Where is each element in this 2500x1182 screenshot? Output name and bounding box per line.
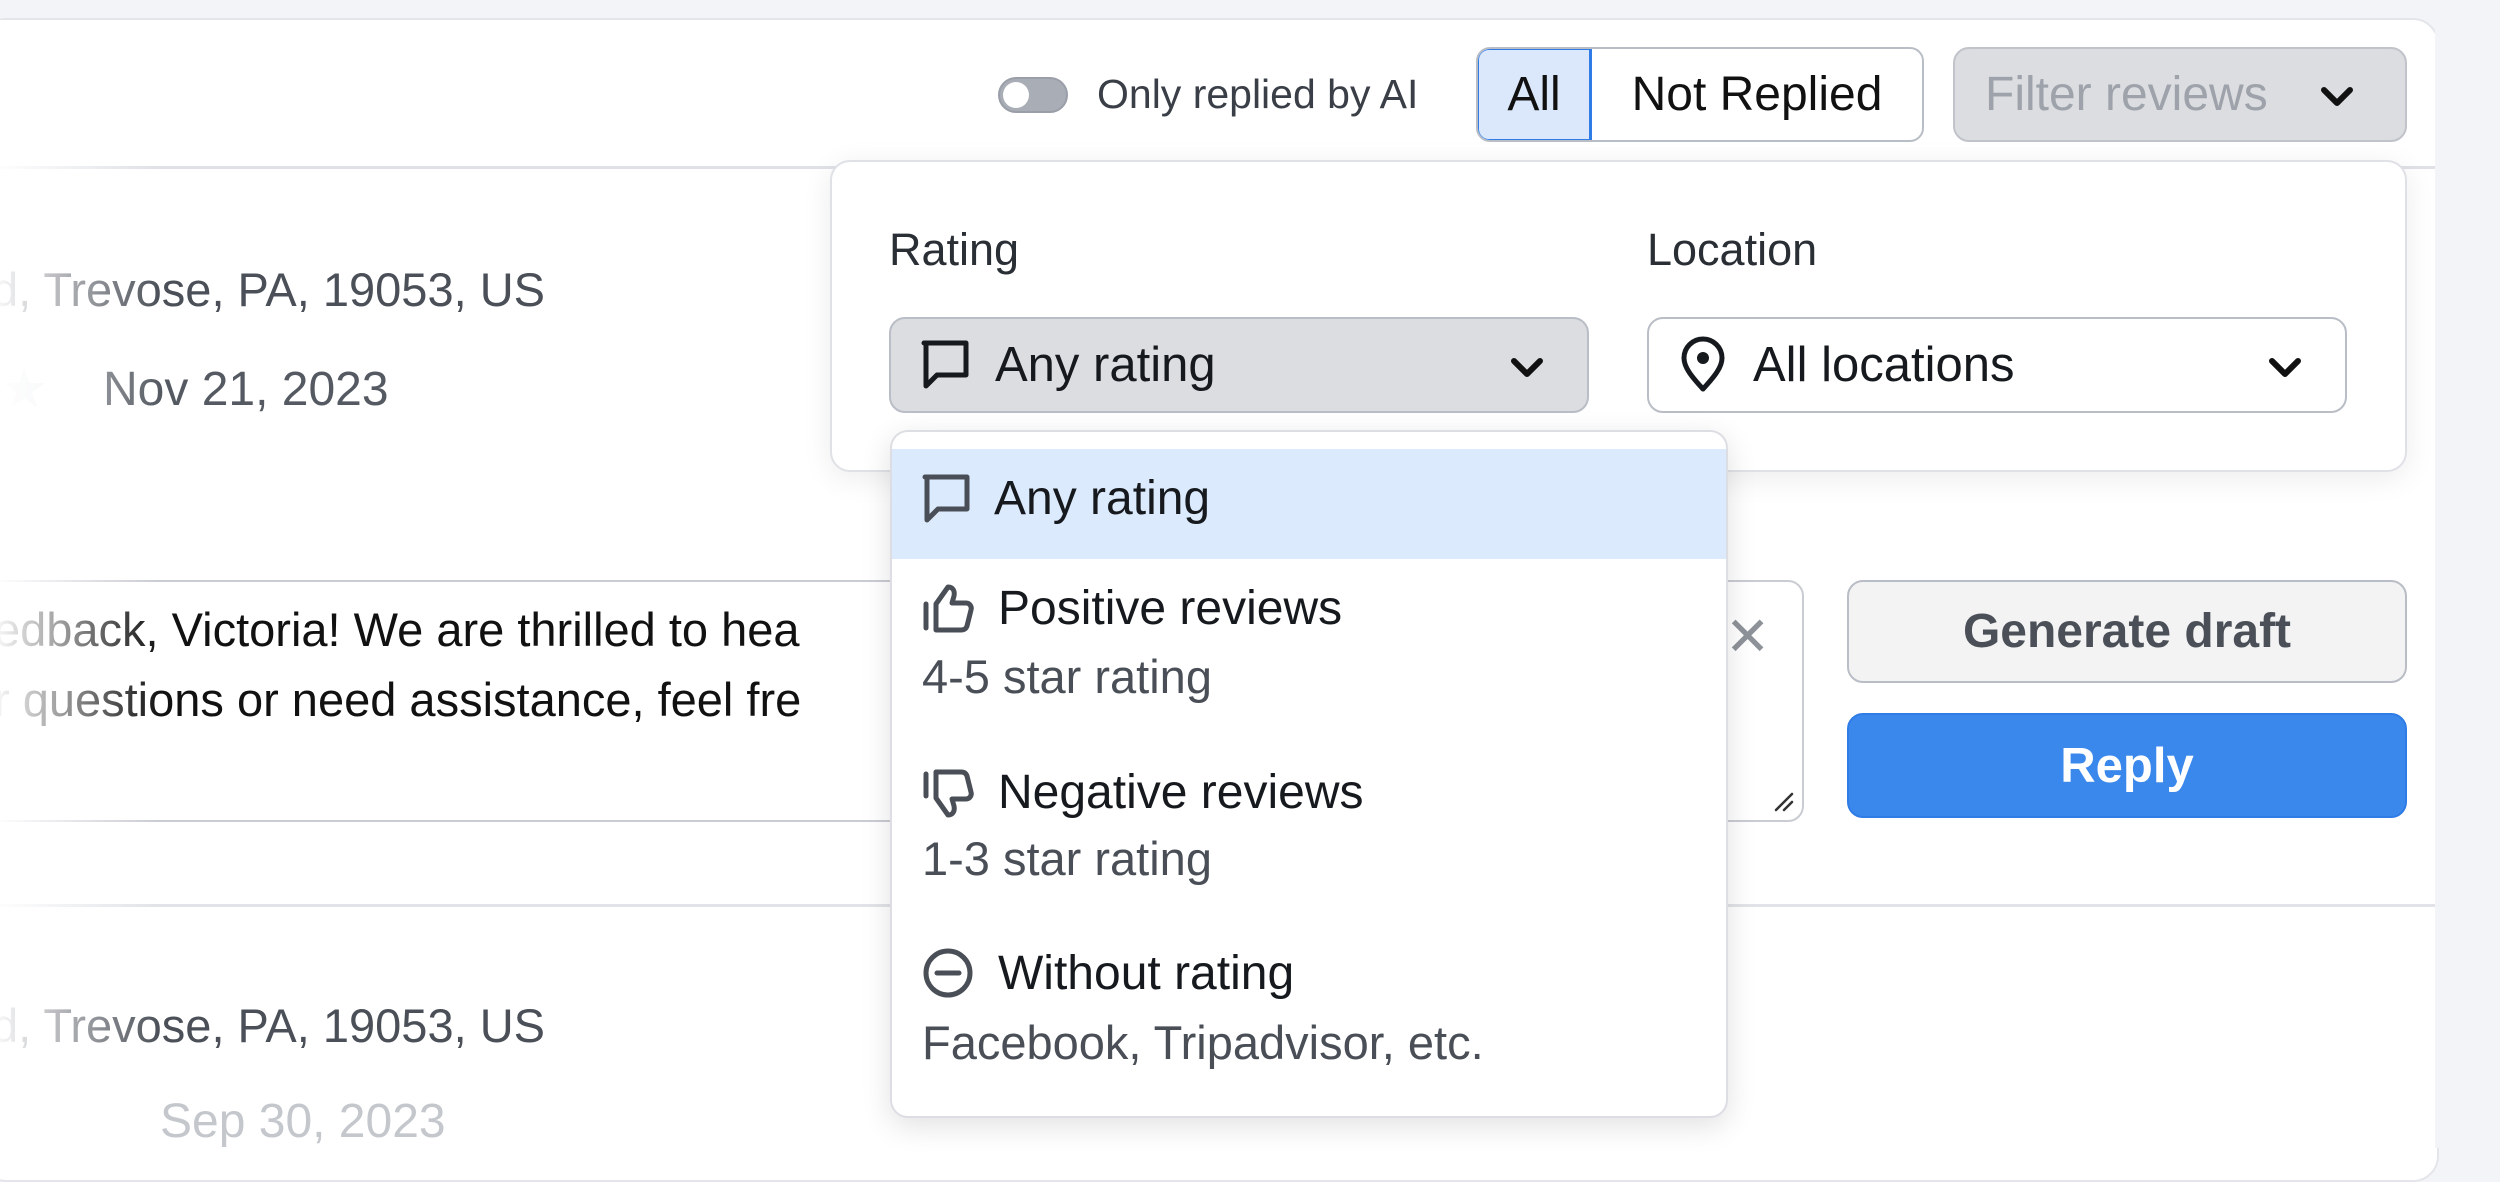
menu-item-title: Positive reviews bbox=[998, 582, 1343, 635]
menu-item-subtitle: Facebook, Tripadvisor, etc. bbox=[922, 1016, 1484, 1069]
thumbs-up-icon bbox=[923, 584, 974, 632]
location-select-value: All locations bbox=[1753, 338, 2015, 392]
menu-item-subtitle: 1-3 star rating bbox=[922, 832, 1212, 885]
review-date: Sep 30, 2023 bbox=[160, 1095, 446, 1148]
speech-bubble-icon bbox=[919, 338, 971, 392]
rating-select[interactable]: Any rating bbox=[889, 317, 1589, 413]
chevron-down-icon bbox=[2321, 87, 2353, 106]
speech-bubble-icon bbox=[922, 474, 970, 522]
review-address: d, Trevose, PA, 19053, US bbox=[0, 263, 545, 316]
toggle-knob bbox=[1003, 82, 1029, 108]
filter-panel bbox=[830, 160, 2407, 472]
generate-draft-button[interactable]: Generate draft bbox=[1847, 580, 2407, 683]
menu-item-positive-reviews[interactable]: Positive reviews 4-5 star rating bbox=[892, 559, 1726, 739]
menu-item-title: Any rating bbox=[994, 472, 1211, 525]
location-label: Location bbox=[1647, 224, 1818, 275]
rating-dropdown-menu: Any rating Positive reviews 4-5 star rat… bbox=[890, 430, 1728, 1118]
menu-item-title: Without rating bbox=[998, 946, 1295, 1000]
reply-button[interactable]: Reply bbox=[1847, 713, 2407, 818]
segment-not-replied[interactable]: Not Replied bbox=[1592, 49, 1922, 140]
menu-item-without-rating[interactable]: Without rating Facebook, Tripadvisor, et… bbox=[892, 919, 1726, 1109]
clear-reply-icon[interactable]: ✕ bbox=[1725, 610, 1770, 664]
segment-all[interactable]: All bbox=[1478, 49, 1592, 140]
menu-item-title: Negative reviews bbox=[998, 766, 1364, 819]
menu-item-negative-reviews[interactable]: Negative reviews 1-3 star rating bbox=[892, 739, 1726, 919]
thumbs-down-icon bbox=[923, 769, 974, 817]
filter-reviews-button[interactable]: Filter reviews bbox=[1953, 47, 2407, 142]
menu-item-subtitle: 4-5 star rating bbox=[922, 650, 1212, 703]
rating-label: Rating bbox=[889, 224, 1020, 275]
chevron-down-icon bbox=[2269, 358, 2301, 377]
resize-handle-icon[interactable] bbox=[1772, 790, 1794, 812]
rating-select-value: Any rating bbox=[995, 338, 1216, 392]
toggle-label: Only replied by AI bbox=[1097, 71, 1419, 117]
star-icon: ★ bbox=[0, 359, 49, 419]
filter-reviews-label: Filter reviews bbox=[1985, 68, 2268, 121]
page-background bbox=[2435, 0, 2500, 1148]
menu-item-any-rating[interactable]: Any rating bbox=[892, 449, 1726, 559]
location-select[interactable]: All locations bbox=[1647, 317, 2347, 413]
only-replied-by-ai-toggle[interactable] bbox=[998, 77, 1068, 113]
reply-text-line: r questions or need assistance, feel fre bbox=[0, 673, 802, 726]
review-address: d, Trevose, PA, 19053, US bbox=[0, 999, 545, 1052]
chevron-down-icon bbox=[1511, 358, 1543, 377]
location-pin-icon bbox=[1677, 336, 1729, 394]
reply-status-segmented-control: All Not Replied bbox=[1476, 47, 1924, 142]
minus-circle-icon bbox=[923, 948, 973, 998]
reply-text-line: edback, Victoria! We are thrilled to hea bbox=[0, 603, 800, 656]
review-date: Nov 21, 2023 bbox=[103, 363, 389, 416]
